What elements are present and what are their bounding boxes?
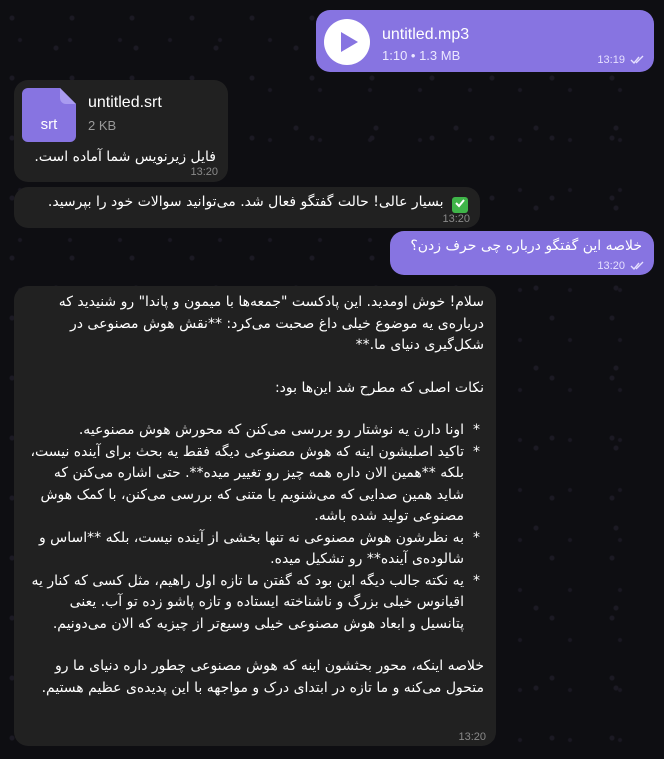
file-icon[interactable]: srt	[22, 88, 76, 142]
points-heading: نکات اصلی که مطرح شد این‌ها بود:	[274, 379, 484, 396]
file-size: 2 KB	[88, 118, 117, 133]
check-icon	[452, 197, 468, 213]
time-label: 13:20	[458, 731, 486, 743]
audio-meta: 1:10 • 1.3 MB	[382, 48, 461, 63]
status-message-text: بسیار عالی! حالت گفتگو فعال شد. می‌توانی…	[48, 194, 468, 213]
answer-conclusion: خلاصه اینکه، محور بحثشون اینه که هوش مصن…	[41, 658, 484, 696]
check-emoji	[448, 194, 468, 213]
question-text: خلاصه این گفتگو درباره چی حرف زدن؟	[410, 238, 642, 254]
file-name: untitled.srt	[88, 94, 162, 111]
file-message-bubble[interactable]: srt untitled.srt 2 KB فایل زیرنویس شما آ…	[14, 80, 228, 182]
list-item: اونا دارن یه نوشتار رو بررسی می‌کنن که م…	[26, 420, 484, 442]
time-label: 13:20	[442, 213, 470, 225]
file-caption: فایل زیرنویس شما آماده است.	[34, 149, 216, 165]
message-time: 13:20	[597, 260, 644, 272]
status-message-bubble: بسیار عالی! حالت گفتگو فعال شد. می‌توانی…	[14, 187, 480, 228]
list-item: یه نکته جالب دیگه این بود که گفتن ما تاز…	[26, 571, 484, 636]
audio-message-bubble[interactable]: untitled.mp3 1:10 • 1.3 MB 13:19	[316, 10, 654, 72]
play-button[interactable]	[324, 19, 370, 65]
double-check-icon	[630, 55, 644, 65]
time-label: 13:20	[190, 166, 218, 178]
audio-title: untitled.mp3	[382, 26, 470, 43]
answer-message-bubble: سلام! خوش اومدید. این پادکست "جمعه‌ها با…	[14, 286, 496, 746]
answer-body: سلام! خوش اومدید. این پادکست "جمعه‌ها با…	[26, 292, 484, 699]
time-label: 13:19	[597, 54, 625, 66]
play-icon	[341, 32, 358, 52]
question-message-bubble: خلاصه این گفتگو درباره چی حرف زدن؟ 13:20	[390, 231, 654, 275]
status-text: بسیار عالی! حالت گفتگو فعال شد. می‌توانی…	[47, 194, 444, 210]
time-label: 13:20	[597, 260, 625, 272]
list-item: به نظرشون هوش مصنوعی نه تنها بخشی از آین…	[26, 528, 484, 571]
list-item: تاکید اصلیشون اینه که هوش مصنوعی دیگه فق…	[26, 442, 484, 528]
double-check-icon	[630, 261, 644, 271]
message-time: 13:19	[597, 54, 644, 66]
answer-intro: سلام! خوش اومدید. این پادکست "جمعه‌ها با…	[58, 294, 484, 353]
file-extension-label: srt	[40, 116, 58, 133]
